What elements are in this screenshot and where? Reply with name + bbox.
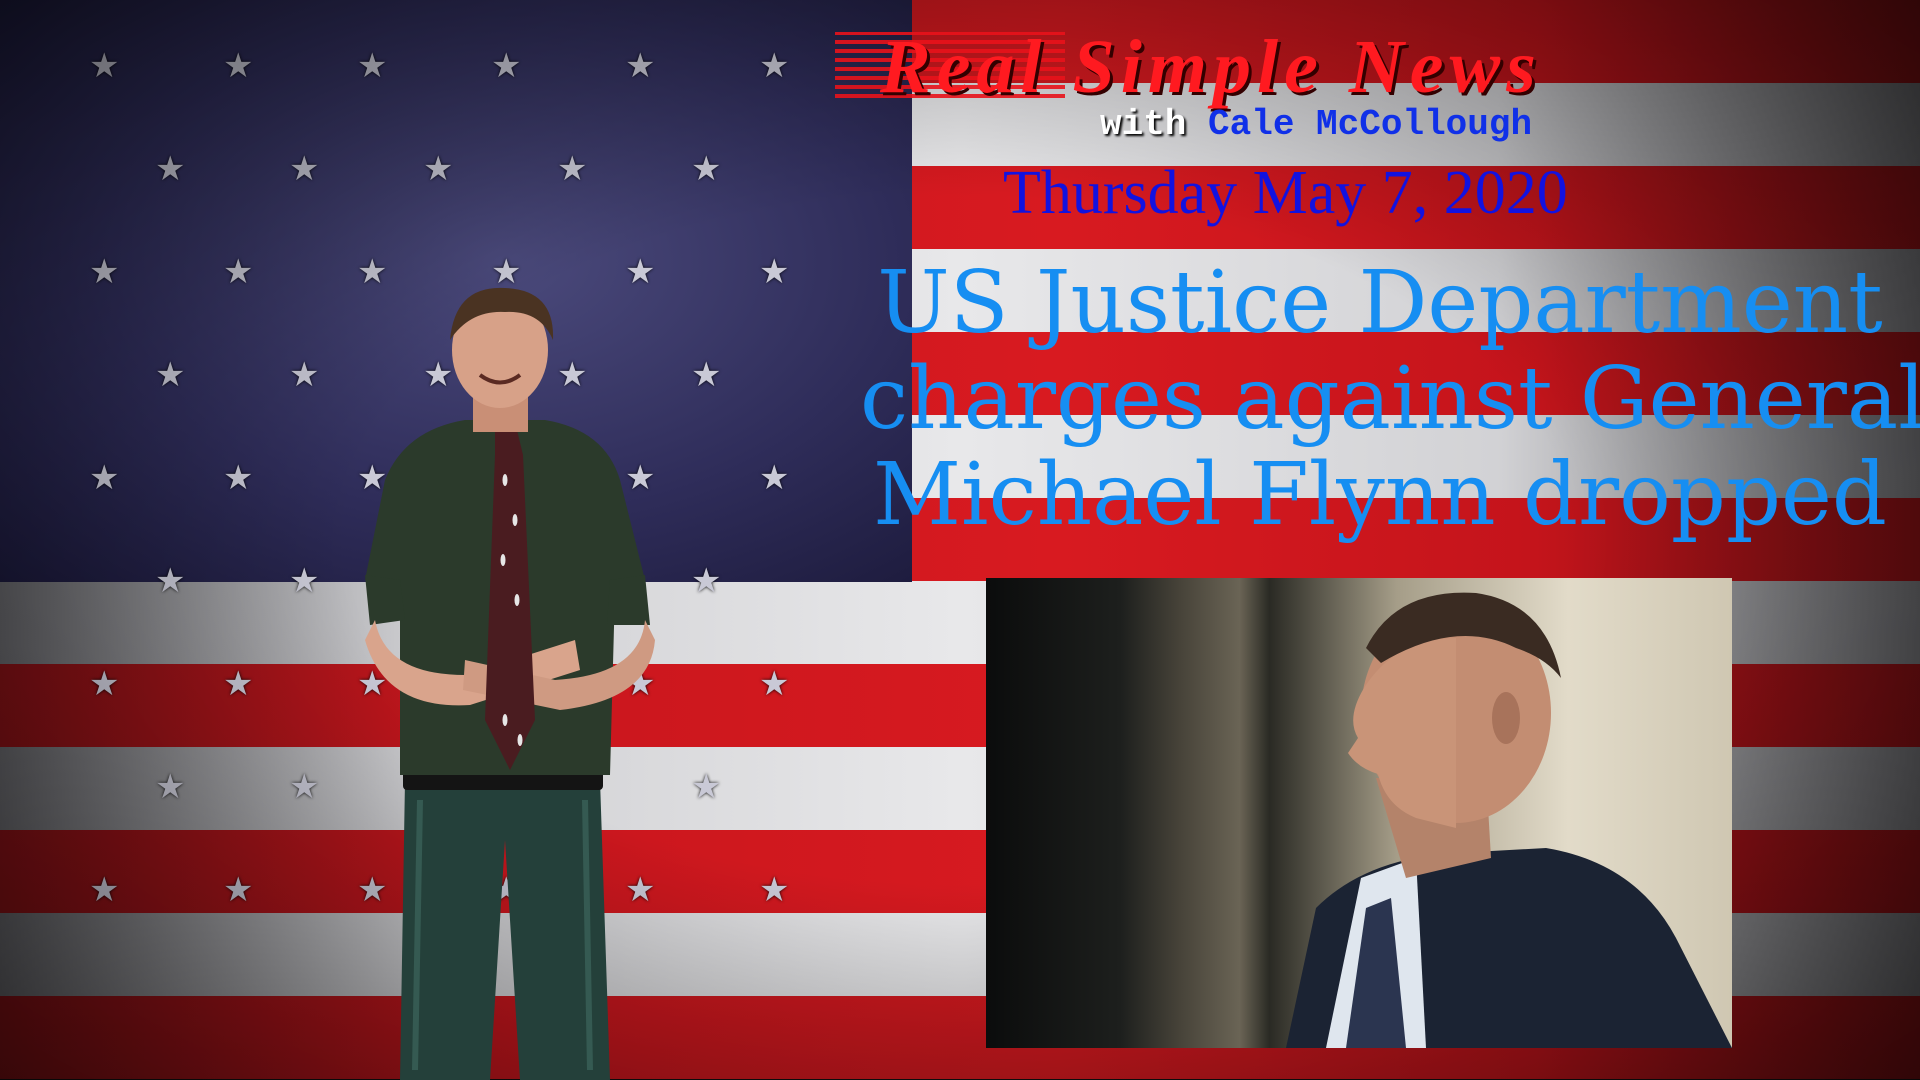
host-line: with Cale McCollough (1100, 104, 1532, 145)
host-prefix: with (1100, 104, 1187, 145)
episode-date: Thursday May 7, 2020 (1003, 159, 1568, 227)
flag-star-icon: ★ (691, 149, 722, 189)
flag-star-icon: ★ (491, 46, 522, 86)
flag-star-icon: ★ (89, 252, 120, 292)
flag-star-icon: ★ (89, 458, 120, 498)
thumbnail: ★ ★ ★ ★ ★ ★ ★ ★ ★ ★ ★ ★ ★ ★ ★ ★ ★ ★ ★ ★ ★ ★ ★ ★ ★ ★ ★ ★ ★ ★ ★ ★ ★ ★ ★ ★ ★ ★ ★ ★… (0, 0, 1920, 1080)
flag-star-icon: ★ (691, 355, 722, 395)
flag-star-icon: ★ (223, 252, 254, 292)
news-photo (986, 578, 1732, 1048)
flag-star-icon: ★ (155, 561, 186, 601)
headline-line-2: charges against General (860, 349, 1920, 449)
flag-star-icon: ★ (89, 46, 120, 86)
host-name: Cale McCollough (1208, 104, 1533, 145)
flag-star-icon: ★ (759, 252, 790, 292)
flag-star-icon: ★ (223, 870, 254, 910)
flag-star-icon: ★ (289, 561, 320, 601)
flag-star-icon: ★ (289, 149, 320, 189)
flag-star-icon: ★ (89, 664, 120, 704)
flag-star-icon: ★ (289, 767, 320, 807)
flag-star-icon: ★ (223, 46, 254, 86)
headline: US Justice Department charges against Ge… (860, 253, 1920, 545)
headline-line-1: US Justice Department (877, 253, 1883, 353)
brand-title-text: Real Simple News (880, 25, 1542, 109)
flag-star-icon: ★ (759, 664, 790, 704)
flag-star-icon: ★ (759, 870, 790, 910)
flag-star-icon: ★ (557, 149, 588, 189)
flag-star-icon: ★ (625, 46, 656, 86)
flag-star-icon: ★ (289, 355, 320, 395)
flag-star-icon: ★ (691, 561, 722, 601)
flag-star-icon: ★ (155, 149, 186, 189)
flag-star-icon: ★ (759, 458, 790, 498)
flag-star-icon: ★ (155, 767, 186, 807)
host-figure-image (345, 280, 685, 1080)
flag-star-icon: ★ (89, 870, 120, 910)
flag-star-icon: ★ (223, 664, 254, 704)
flag-star-icon: ★ (423, 149, 454, 189)
flag-star-icon: ★ (223, 458, 254, 498)
flag-star-icon: ★ (155, 355, 186, 395)
flag-star-icon: ★ (691, 767, 722, 807)
brand-title: Real Simple News (835, 22, 1915, 109)
flag-star-icon: ★ (357, 46, 388, 86)
flag-star-icon: ★ (759, 46, 790, 86)
headline-line-3: Michael Flynn dropped (873, 445, 1887, 545)
